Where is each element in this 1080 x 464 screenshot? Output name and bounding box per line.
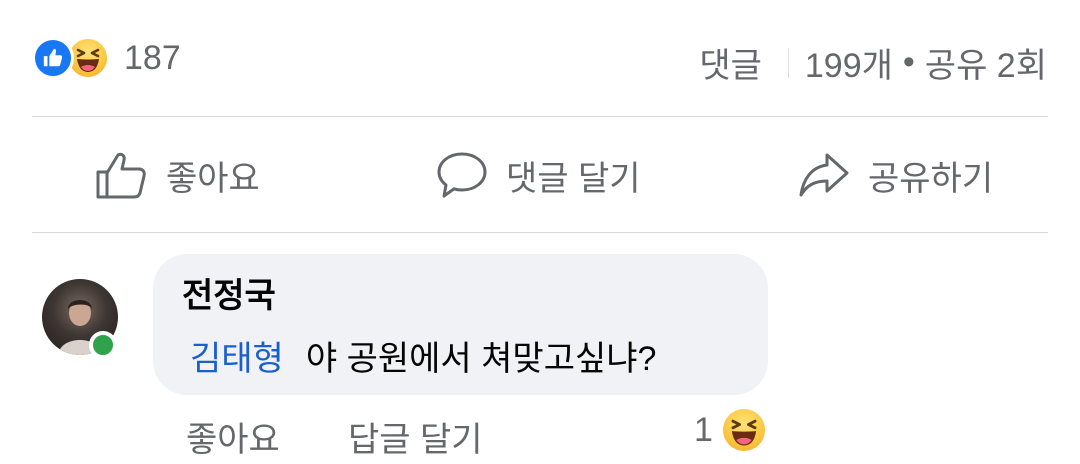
reaction-count: 187 — [124, 38, 181, 77]
comment-button[interactable]: 댓글 달기 — [434, 145, 641, 205]
post-stats: 댓글 199개 • 공유 2회 — [699, 38, 1047, 87]
like-button[interactable]: 좋아요 — [94, 145, 260, 205]
comment-like-button[interactable]: 좋아요 — [186, 412, 280, 461]
comment-author[interactable]: 전정국 — [182, 268, 276, 317]
like-reaction-icon — [32, 37, 74, 79]
separator-dot: • — [902, 43, 915, 81]
reaction-summary[interactable]: 187 — [32, 34, 181, 82]
actions-divider — [32, 232, 1048, 233]
online-status-icon — [89, 331, 117, 359]
comment-reply-button[interactable]: 답글 달기 — [348, 412, 483, 461]
comment-reaction-count: 1 — [694, 410, 713, 449]
thumbs-up-icon — [96, 152, 146, 199]
top-divider — [32, 116, 1048, 117]
comments-count[interactable]: 199개 — [805, 38, 893, 87]
shares-count[interactable]: 공유 2회 — [925, 38, 1047, 87]
comments-label[interactable]: 댓글 — [699, 38, 762, 87]
stats-divider — [787, 47, 789, 78]
share-icon — [799, 153, 849, 197]
comment-button-label: 댓글 달기 — [506, 159, 641, 198]
haha-reaction-icon — [722, 409, 765, 451]
like-button-label: 좋아요 — [166, 159, 260, 198]
share-button-label: 공유하기 — [868, 159, 994, 198]
comment-icon — [437, 152, 487, 198]
share-button[interactable]: 공유하기 — [796, 145, 993, 205]
comment-text: 김태형 야 공원에서 쳐맞고싶냐? — [190, 331, 656, 380]
mention-link[interactable]: 김태형 — [190, 331, 284, 380]
comment-body: 야 공원에서 쳐맞고싶냐? — [305, 340, 657, 378]
comment-reactions[interactable]: 1 — [694, 409, 765, 451]
